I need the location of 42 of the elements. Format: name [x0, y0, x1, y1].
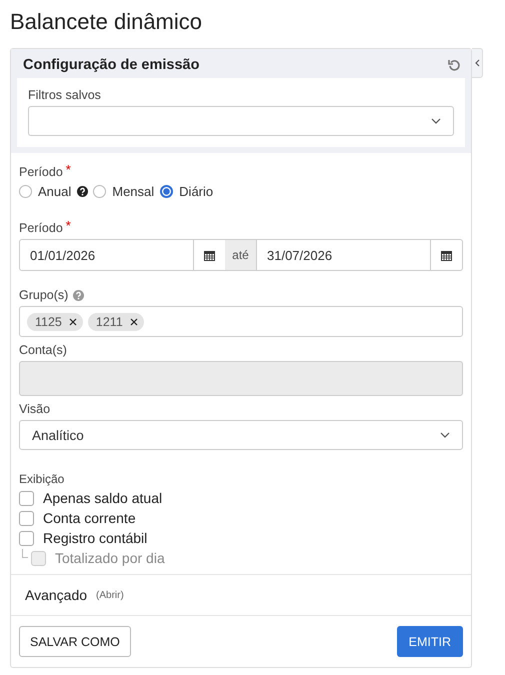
groups-field[interactable]: 1125 1211 [19, 306, 463, 337]
checkbox[interactable] [19, 490, 34, 506]
field-label: Conta(s) [19, 343, 67, 357]
radio-label: Anual [38, 184, 72, 199]
tag-label: 1211 [96, 314, 123, 328]
radio-button[interactable] [93, 185, 106, 198]
close-icon[interactable] [130, 318, 138, 326]
emit-button[interactable]: EMITIR [396, 626, 463, 657]
field-label: Grupo(s) [19, 288, 68, 302]
chevron-left-icon [474, 59, 480, 67]
collapse-tab[interactable] [472, 48, 483, 78]
panel-title: Configuração de emissão [23, 57, 200, 73]
radio-label: Diário [179, 184, 214, 199]
checkbox[interactable] [19, 510, 34, 526]
reset-icon[interactable] [448, 58, 461, 72]
field-label: Período [19, 165, 63, 179]
view-select[interactable]: Analítico [19, 420, 463, 450]
field-label: Filtros salvos [28, 88, 102, 102]
checkbox-label: Apenas saldo atual [43, 490, 162, 506]
save-as-button[interactable]: SALVAR COMO [19, 626, 131, 657]
checkbox-label: Totalizado por dia [55, 550, 165, 566]
radio-label: Mensal [112, 184, 154, 199]
page-title: Balancete dinâmico [10, 8, 204, 36]
field-label: Exibição [19, 472, 64, 486]
tag-label: 1125 [35, 314, 62, 328]
radio-button[interactable] [160, 185, 174, 198]
required-mark: * [66, 165, 71, 175]
saved-filters-select[interactable] [28, 106, 454, 136]
field-label: Período [19, 221, 63, 235]
chevron-down-icon [440, 432, 450, 438]
checkbox[interactable] [19, 530, 34, 546]
checkbox-label: Registro contábil [43, 530, 148, 546]
help-icon[interactable] [77, 186, 88, 197]
checkbox-label: Conta corrente [43, 510, 136, 526]
open-toggle-link[interactable]: (Abrir) [96, 590, 124, 600]
required-mark: * [66, 221, 71, 231]
chevron-down-icon [431, 118, 441, 124]
close-icon[interactable] [68, 318, 77, 326]
tree-connector-icon [22, 549, 28, 558]
radio-button[interactable] [19, 185, 32, 198]
field-label: Visão [19, 402, 50, 416]
advanced-section-title: Avançado [25, 587, 88, 603]
